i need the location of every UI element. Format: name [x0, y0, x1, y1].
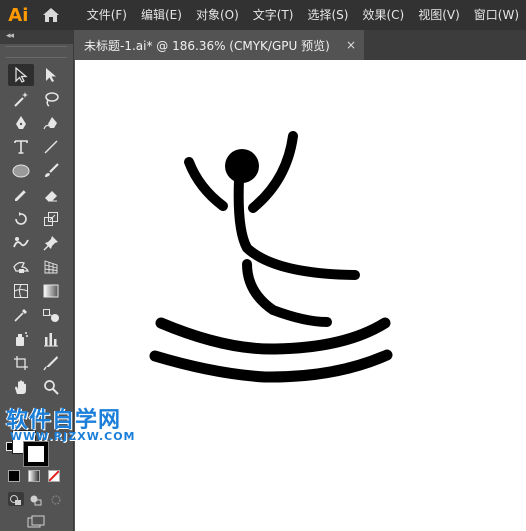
home-button[interactable]	[37, 0, 66, 30]
blend-icon	[43, 309, 59, 322]
hand-icon	[15, 380, 26, 394]
app-logo: Ai	[8, 4, 29, 26]
draw-behind-button[interactable]	[28, 492, 44, 506]
document-tab[interactable]: 未标题-1.ai* @ 186.36% (CMYK/GPU 预览) ×	[74, 30, 364, 60]
none-mode-button[interactable]	[48, 470, 60, 482]
eyedropper-tool[interactable]	[8, 304, 34, 326]
column-graph-icon	[44, 333, 58, 347]
tools-panel-header: ◂◂	[0, 30, 73, 44]
scale-icon	[44, 212, 58, 226]
menu-edit[interactable]: 编辑(E)	[134, 0, 189, 30]
ellipse-icon	[12, 164, 30, 178]
pin-icon	[43, 236, 58, 251]
artboard-canvas[interactable]	[75, 60, 526, 531]
gradient-tool[interactable]	[38, 280, 64, 302]
eyedropper-icon	[14, 309, 27, 322]
tools-panel-grip[interactable]	[6, 46, 67, 58]
eraser-icon	[45, 191, 57, 202]
line-segment-icon	[44, 140, 58, 154]
document-tab-title: 未标题-1.ai* @ 186.36% (CMYK/GPU 预览)	[84, 38, 330, 53]
shaper-pencil-icon	[15, 189, 27, 201]
pencil-tool[interactable]	[8, 184, 34, 206]
scale-tool[interactable]	[38, 208, 64, 230]
curvature-pen-icon	[43, 117, 57, 130]
watermark-url: WWW.RJZXW.COM	[10, 430, 136, 443]
screen-mode-button[interactable]	[24, 514, 48, 528]
selection-arrow-icon	[15, 67, 28, 83]
home-icon	[43, 8, 60, 22]
draw-inside-icon	[51, 495, 61, 505]
puppet-warp-tool[interactable]	[8, 232, 34, 254]
menu-type[interactable]: 文字(T)	[246, 0, 301, 30]
perspective-grid-tool[interactable]	[38, 256, 64, 278]
magic-wand-tool[interactable]	[8, 88, 34, 110]
dancer-artwork	[149, 131, 393, 383]
slice-knife-icon	[43, 356, 58, 371]
menu-object[interactable]: 对象(O)	[189, 0, 246, 30]
symbol-sprayer-tool[interactable]	[8, 328, 34, 350]
symbol-sprayer-icon	[16, 332, 28, 346]
menu-file[interactable]: 文件(F)	[80, 0, 134, 30]
menu-effect[interactable]: 效果(C)	[355, 0, 411, 30]
document-tab-bar: 未标题-1.ai* @ 186.36% (CMYK/GPU 预览) ×	[74, 30, 526, 60]
menu-window[interactable]: 窗口(W)	[467, 0, 526, 30]
mesh-icon	[14, 284, 28, 298]
curvature-tool[interactable]	[38, 112, 64, 134]
type-tool[interactable]	[8, 136, 34, 158]
ellipse-tool[interactable]	[8, 160, 34, 182]
free-transform-tool[interactable]	[8, 256, 34, 278]
paintbrush-tool[interactable]	[38, 160, 64, 182]
selection-tool[interactable]	[8, 64, 34, 86]
warp-icon	[13, 237, 29, 248]
screen-mode-icon	[27, 515, 45, 528]
paintbrush-icon	[45, 163, 59, 177]
artboard-icon	[14, 356, 28, 370]
stroke-swatch[interactable]	[24, 442, 48, 466]
artboard-tool[interactable]	[8, 352, 34, 374]
mesh-tool[interactable]	[8, 280, 34, 302]
menu-view[interactable]: 视图(V)	[411, 0, 467, 30]
color-mode-button[interactable]	[8, 470, 20, 482]
pin-tool[interactable]	[38, 232, 64, 254]
menu-items: 文件(F) 编辑(E) 对象(O) 文字(T) 选择(S) 效果(C) 视图(V…	[80, 0, 526, 30]
menu-select[interactable]: 选择(S)	[300, 0, 355, 30]
eraser-tool[interactable]	[38, 184, 64, 206]
menu-bar: Ai 文件(F) 编辑(E) 对象(O) 文字(T) 选择(S) 效果(C) 视…	[0, 0, 526, 30]
direct-selection-tool[interactable]	[38, 64, 64, 86]
perspective-grid-icon	[44, 260, 58, 274]
magic-wand-icon	[14, 92, 28, 107]
direct-selection-arrow-icon	[46, 68, 56, 82]
gradient-icon	[43, 284, 59, 298]
pen-tool[interactable]	[8, 112, 34, 134]
gradient-mode-button[interactable]	[28, 470, 40, 482]
tools-panel: ◂◂	[0, 30, 74, 531]
line-segment-tool[interactable]	[38, 136, 64, 158]
tab-close-icon[interactable]: ×	[346, 38, 356, 52]
draw-normal-icon	[10, 495, 21, 505]
column-graph-tool[interactable]	[38, 328, 64, 350]
rotate-tool[interactable]	[8, 208, 34, 230]
collapse-panel-icon[interactable]: ◂◂	[6, 31, 14, 41]
magnifier-icon	[44, 380, 59, 395]
lasso-icon	[45, 92, 59, 107]
draw-inside-button[interactable]	[48, 492, 64, 506]
draw-behind-icon	[30, 495, 42, 506]
slice-tool[interactable]	[38, 352, 64, 374]
type-t-icon	[14, 140, 28, 154]
none-slash-icon	[49, 471, 59, 481]
zoom-tool[interactable]	[38, 376, 64, 398]
blend-tool[interactable]	[38, 304, 64, 326]
hand-tool[interactable]	[8, 376, 34, 398]
draw-normal-button[interactable]	[8, 492, 24, 506]
lasso-tool[interactable]	[38, 88, 64, 110]
free-transform-icon	[13, 261, 30, 273]
pen-nib-icon	[16, 116, 26, 129]
rotate-icon	[15, 212, 27, 225]
